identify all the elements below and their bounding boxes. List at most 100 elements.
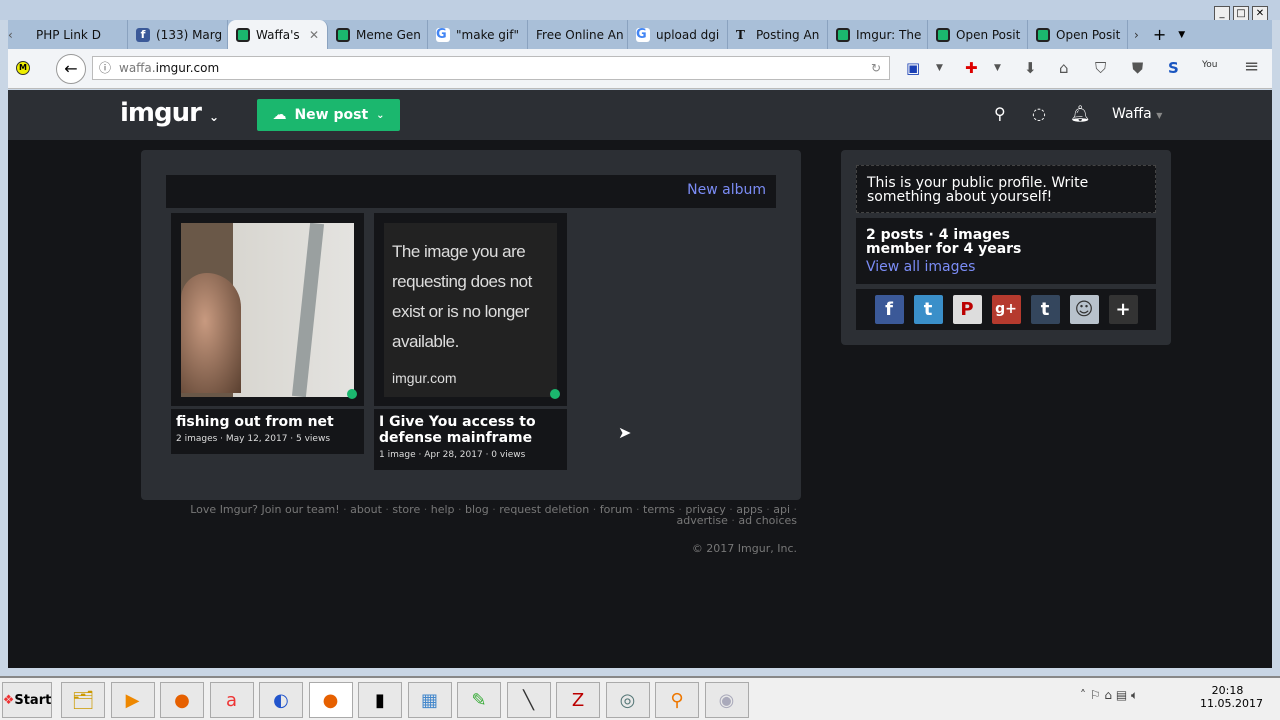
new-tab-button[interactable]: + [1153,25,1166,44]
chevron-down-icon[interactable]: ⌄ [209,110,219,124]
info-icon[interactable]: ⓘ [99,57,111,79]
save-icon[interactable]: ▣ [906,59,920,77]
home-icon[interactable]: ⌂ [1059,59,1069,77]
browser-icon[interactable]: ◐ [259,682,303,718]
tab[interactable]: Free Online An [528,20,628,49]
footer-link[interactable]: Love Imgur? Join our team! [190,503,339,516]
twitter-share-icon[interactable]: t [913,295,943,324]
back-button[interactable]: ← [56,54,86,84]
footer-link[interactable]: advertise [677,514,728,527]
more-share-icon[interactable]: + [1108,295,1138,324]
maximize-button[interactable]: □ [1233,6,1249,21]
tab[interactable]: Imgur: The [828,20,928,49]
scroll-tabs-right-icon[interactable]: › [1134,28,1139,42]
post-thumbnail[interactable]: The image you are requesting does not ex… [384,223,557,397]
dropdown-icon[interactable]: ▼ [994,63,1001,73]
url-bar[interactable]: ⓘ waffa.imgur.com ↻ [92,56,890,80]
navigation-toolbar: M ← ⓘ waffa.imgur.com ↻ ▣ ▼ ✚ ▼ ⬇ ⌂ ⛉ ⛊ … [8,49,1272,89]
tab[interactable]: f (133) Marg [128,20,228,49]
skype-icon[interactable]: S [1168,59,1179,77]
post-thumbnail[interactable] [181,223,354,397]
posts-panel: New album fishing out from net 2 images … [141,150,801,500]
tab[interactable]: PHP Link D [28,20,128,49]
notepad-icon[interactable]: ✎ [457,682,501,718]
messages-icon[interactable]: ◌ [1032,104,1046,123]
search-icon[interactable]: ⚲ [994,104,1006,123]
footer-link[interactable]: ad choices [738,514,797,527]
youtube-icon[interactable]: You [1202,60,1218,70]
url-subdomain: waffa. [119,61,156,75]
tab[interactable]: Waffa's ✕ [228,20,328,49]
minimize-button[interactable]: _ [1214,6,1230,21]
imgur-icon [236,27,250,42]
file-explorer-icon[interactable]: 🗂︎ [61,682,105,718]
url-domain: imgur.com [155,61,220,75]
footer-link[interactable]: request deletion [499,503,589,516]
tab[interactable]: Gupload dgi [628,20,728,49]
tab[interactable]: Open Posit [928,20,1028,49]
system-tray-icons[interactable]: ˄ ⚐ ⌂ ▤ 🔈︎ [1080,688,1138,703]
reddit-share-icon[interactable]: ☺ [1069,295,1099,324]
close-tab-icon[interactable]: ✕ [309,28,319,42]
new-post-button[interactable]: ☁ New post ⌄ [257,99,400,131]
view-all-images-link[interactable]: View all images [866,260,1146,274]
post-title[interactable]: I Give You access to defense mainframe [379,414,562,446]
download-icon[interactable]: ⬇ [1024,59,1037,77]
reload-icon[interactable]: ↻ [871,57,881,79]
tab[interactable]: Open Posit [1028,20,1128,49]
clock[interactable]: 20:18 11.05.2017 [1200,684,1263,710]
profile-bio[interactable]: This is your public profile. Write somet… [856,165,1156,213]
tab[interactable]: Meme Gen [328,20,428,49]
chevron-down-icon: ⌄ [376,109,385,121]
firefox-active-icon[interactable]: ● [308,682,353,718]
ublock-icon[interactable]: ⛊ [1132,59,1143,77]
media-player-icon[interactable]: ▶ [110,682,155,718]
app-icon[interactable]: a [209,682,254,718]
new-album-link[interactable]: New album [687,182,766,198]
tumblr-share-icon[interactable]: t [1030,295,1060,324]
pocket-icon[interactable]: ⛉ [1095,59,1106,77]
extension-icon[interactable]: M [16,61,30,75]
facebook-share-icon[interactable]: f [874,295,904,324]
pinterest-share-icon[interactable]: P [952,295,982,324]
user-menu[interactable]: Waffa ▼ [1112,106,1162,122]
terminal-icon[interactable]: ▮ [358,682,402,718]
google-plus-share-icon[interactable]: g+ [991,295,1021,324]
footer-link[interactable]: help [431,503,455,516]
nyt-icon: T [736,27,745,42]
start-button[interactable]: ❖ Start [2,682,52,718]
network-icon[interactable]: ◎ [605,682,650,718]
imgur-icon [936,27,950,42]
disc-icon[interactable]: ◉ [704,682,749,718]
filezilla-icon[interactable]: Z [556,682,600,718]
tab[interactable]: G "make gif" [428,20,528,49]
post-title[interactable]: fishing out from net [176,414,359,430]
tab-label: "make gif" [456,27,519,42]
notifications-icon[interactable]: 🔔︎ [1070,104,1090,123]
footer-link[interactable]: store [392,503,420,516]
imgur-page: imgur ⌄ ☁ New post ⌄ ⚲ ◌ 🔔︎ Waffa ▼ New al… [8,90,1272,668]
calculator-icon[interactable]: ▦ [407,682,452,718]
close-window-button[interactable]: ✕ [1252,6,1268,21]
tab-label: (133) Marg [156,27,223,42]
copyright: © 2017 Imgur, Inc. [691,542,797,555]
tab[interactable]: T Posting An [728,20,828,49]
footer-link[interactable]: forum [600,503,633,516]
footer-link[interactable]: terms [643,503,675,516]
addon-icon[interactable]: ✚ [965,59,978,77]
dropdown-icon[interactable]: ▼ [936,63,943,73]
google-icon: G [636,27,650,42]
status-dot-icon [347,389,357,399]
share-bar: f t P g+ t ☺ + [856,289,1156,330]
imgur-logo[interactable]: imgur ⌄ [120,98,219,128]
profile-sidebar: This is your public profile. Write somet… [841,150,1171,345]
tab-list-dropdown-icon[interactable]: ▼ [1178,30,1185,40]
facebook-icon: f [136,27,150,42]
scroll-tabs-left-icon[interactable]: ‹ [8,28,28,42]
firefox-icon[interactable]: ● [160,682,204,718]
footer-link[interactable]: about [350,503,382,516]
menu-icon[interactable]: ≡ [1244,56,1259,77]
search-tool-icon[interactable]: ⚲ [655,682,699,718]
footer-link[interactable]: blog [465,503,489,516]
microphone-icon[interactable]: ╲ [506,682,551,718]
